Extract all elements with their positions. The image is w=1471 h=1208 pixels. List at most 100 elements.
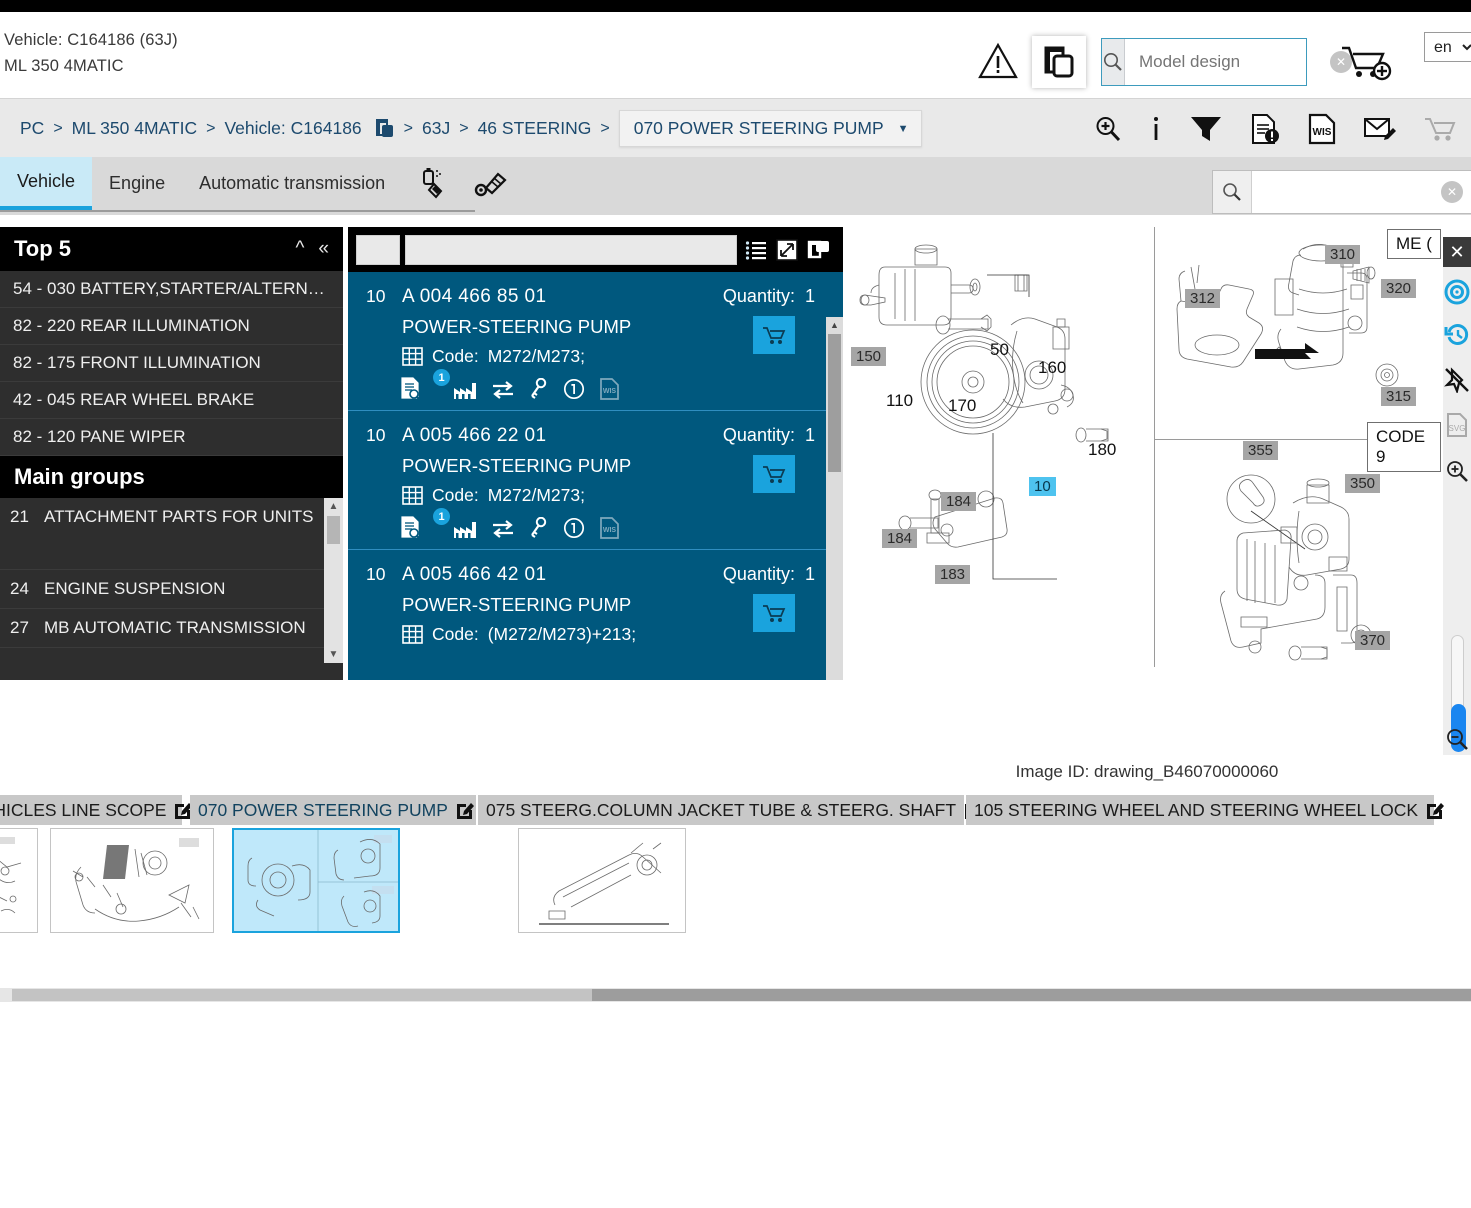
copy-icon[interactable]: [375, 118, 395, 140]
thumb-tab-105-steering-wheel[interactable]: 105 STEERING WHEEL AND STEERING WHEEL LO…: [966, 795, 1436, 825]
breadcrumb-item-vehicle[interactable]: Vehicle: C164186: [224, 118, 361, 139]
zoom-out-icon[interactable]: [1443, 727, 1471, 751]
main-group-item-21[interactable]: 21 ATTACHMENT PARTS FOR UNITS: [0, 498, 343, 570]
top5-item-2[interactable]: 82 - 175 FRONT ILLUMINATION: [0, 345, 343, 382]
scroll-thumb[interactable]: [828, 334, 841, 472]
tab-engine[interactable]: Engine: [92, 157, 182, 210]
double-chevron-left-icon[interactable]: «: [318, 238, 329, 260]
table-row[interactable]: 10 A 005 466 22 01 Quantity: 1 POWER-STE…: [348, 410, 843, 549]
zoom-in-icon[interactable]: [1093, 114, 1123, 144]
edit-icon[interactable]: [456, 801, 474, 819]
top5-header: Top 5 ^ «: [0, 227, 343, 271]
table-row[interactable]: 10 A 005 466 42 01 Quantity: 1 POWER-STE…: [348, 549, 843, 655]
drawing-panel-right[interactable]: 312 310 320 315 ME (: [1155, 227, 1441, 667]
breadcrumb-item-pc[interactable]: PC: [20, 118, 44, 139]
model-design-input[interactable]: [1125, 52, 1360, 72]
content-search[interactable]: ✕: [1212, 170, 1471, 214]
expand-icon[interactable]: [776, 239, 798, 261]
exchange-icon[interactable]: [491, 519, 515, 539]
svg-export-icon[interactable]: SVG: [1443, 412, 1471, 438]
list-item[interactable]: [50, 828, 214, 933]
filter-icon[interactable]: [1189, 114, 1223, 144]
thumb-tab-075-steering-column[interactable]: 075 STEERG.COLUMN JACKET TUBE & STEERG. …: [478, 795, 966, 825]
wis-document-icon[interactable]: WIS: [599, 377, 620, 400]
list-view-icon[interactable]: [745, 240, 767, 260]
parts-header-box-main[interactable]: [405, 235, 737, 265]
chevron-up-icon[interactable]: ^: [296, 238, 305, 260]
tab-automatic-transmission[interactable]: Automatic transmission: [182, 157, 402, 210]
list-item[interactable]: [232, 828, 400, 933]
add-to-cart-icon[interactable]: [753, 316, 795, 354]
edit-icon[interactable]: [1426, 801, 1444, 819]
key-icon[interactable]: [529, 378, 549, 400]
info-icon[interactable]: [1149, 114, 1163, 144]
main-group-item-24[interactable]: 24 ENGINE SUSPENSION: [0, 570, 343, 609]
wis-document-icon[interactable]: WIS: [1307, 113, 1337, 145]
top5-item-3[interactable]: 42 - 045 REAR WHEEL BRAKE: [0, 382, 343, 419]
close-icon[interactable]: ✕: [1443, 237, 1471, 267]
warning-triangle-icon[interactable]: [978, 42, 1018, 80]
drawing-subpanel-bottom[interactable]: 355 350 370 CODE 9: [1155, 441, 1441, 667]
breadcrumb-current-dropdown[interactable]: 070 POWER STEERING PUMP ▼: [619, 110, 922, 147]
tool-wrench-icon[interactable]: [474, 168, 510, 200]
scroll-up-arrow[interactable]: ▲: [826, 317, 843, 333]
content-search-input[interactable]: [1252, 183, 1471, 201]
scroll-down-arrow[interactable]: ▼: [324, 646, 343, 663]
factory-icon[interactable]: [453, 519, 477, 539]
copy-icon[interactable]: [807, 239, 831, 261]
mail-edit-icon[interactable]: [1363, 114, 1397, 144]
callout-10-highlighted[interactable]: 10: [1029, 477, 1056, 496]
drawing-panel-left[interactable]: 150 110 50 160 170 180 10 184 184 183: [843, 227, 1155, 667]
quantity-value: 1: [805, 564, 815, 584]
breadcrumb-item-model[interactable]: ML 350 4MATIC: [72, 118, 197, 139]
document-search-icon[interactable]: 1: [400, 515, 439, 539]
thumb-tab-vehicles-line-scope[interactable]: VEHICLES LINE SCOPE: [0, 795, 184, 825]
info-circle-icon[interactable]: [563, 378, 585, 400]
document-alert-icon[interactable]: [1249, 113, 1281, 145]
tab-vehicle[interactable]: Vehicle: [0, 157, 92, 210]
breadcrumb-item-steering[interactable]: 46 STEERING: [478, 118, 592, 139]
add-to-cart-icon[interactable]: [753, 594, 795, 632]
language-select[interactable]: en: [1424, 32, 1471, 62]
key-icon[interactable]: [529, 517, 549, 539]
drawing-viewer[interactable]: 150 110 50 160 170 180 10 184 184 183: [843, 227, 1471, 747]
top5-item-0[interactable]: 54 - 030 BATTERY,STARTER/ALTERNAT...: [0, 271, 343, 308]
list-item[interactable]: [0, 828, 38, 933]
hscroll-thumb[interactable]: [592, 989, 1471, 1001]
paint-spray-icon[interactable]: [418, 167, 452, 201]
exchange-icon[interactable]: [491, 380, 515, 400]
search-icon[interactable]: [1213, 171, 1252, 213]
wis-document-icon[interactable]: WIS: [599, 516, 620, 539]
info-circle-icon[interactable]: [563, 517, 585, 539]
part-number: A 005 466 42 01: [402, 564, 546, 586]
scroll-up-arrow[interactable]: ▲: [324, 498, 343, 515]
scroll-thumb[interactable]: [327, 516, 340, 544]
table-row[interactable]: 10 A 004 466 85 01 Quantity: 1 POWER-STE…: [348, 272, 843, 410]
clear-x-icon[interactable]: ✕: [1441, 181, 1463, 203]
model-design-search[interactable]: ✕: [1101, 38, 1307, 86]
thumb-tab-070-power-steering-pump[interactable]: 070 POWER STEERING PUMP: [190, 795, 478, 825]
cart-icon[interactable]: [1423, 114, 1457, 144]
main-group-item-28[interactable]: 28 TRANSFER CASE: [0, 648, 343, 663]
parts-scrollbar[interactable]: ▲ ▼: [826, 317, 843, 680]
target-focus-icon[interactable]: [1443, 279, 1471, 305]
search-icon[interactable]: [1102, 39, 1125, 85]
zoom-in-icon[interactable]: [1443, 459, 1471, 483]
cart-add-icon[interactable]: [1340, 40, 1392, 84]
add-to-cart-icon[interactable]: [753, 455, 795, 493]
sidebar-scrollbar[interactable]: ▲ ▼: [324, 498, 343, 663]
history-undo-icon[interactable]: [1443, 321, 1471, 347]
main-group-item-27[interactable]: 27 MB AUTOMATIC TRANSMISSION: [0, 609, 343, 648]
factory-icon[interactable]: [453, 380, 477, 400]
top5-item-1[interactable]: 82 - 220 REAR ILLUMINATION: [0, 308, 343, 345]
parts-header-box-left[interactable]: [356, 235, 400, 265]
hscroll-track-left[interactable]: [12, 989, 592, 1001]
top5-item-4[interactable]: 82 - 120 PANE WIPER: [0, 419, 343, 456]
copy-documents-icon[interactable]: [1032, 36, 1086, 88]
unpin-icon[interactable]: [1443, 367, 1471, 393]
breadcrumb-item-63j[interactable]: 63J: [422, 118, 450, 139]
document-search-icon[interactable]: 1: [400, 376, 439, 400]
list-item[interactable]: [518, 828, 686, 933]
drawing-subpanel-top[interactable]: 312 310 320 315 ME (: [1155, 227, 1441, 440]
horizontal-scrollbar[interactable]: [0, 988, 1471, 1002]
